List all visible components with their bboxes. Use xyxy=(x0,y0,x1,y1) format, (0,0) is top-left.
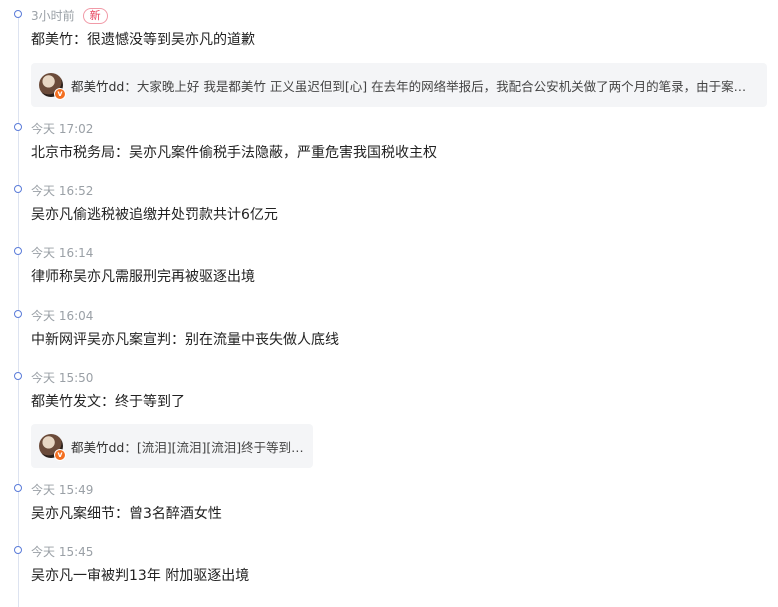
quote-text: 都美竹dd：[流泪][流泪][流泪]终于等到了！ xyxy=(71,437,305,456)
headline-link[interactable]: 律师称吴亦凡需服刑完再被驱逐出境 xyxy=(31,268,255,286)
timestamp-text: 3小时前 xyxy=(31,9,75,23)
verified-icon: v xyxy=(54,88,66,100)
timeline-line xyxy=(18,10,19,607)
timeline-dot xyxy=(14,185,22,193)
quote-separator: ： xyxy=(124,78,137,94)
news-timeline: 3小时前新 都美竹：很遗憾没等到吴亦凡的道歉 v 都美竹dd：大家晚上好 我是都… xyxy=(0,0,778,607)
headline-link[interactable]: 北京市税务局：吴亦凡案件偷税手法隐蔽，严重危害我国税收主权 xyxy=(31,144,437,162)
avatar[interactable]: v xyxy=(39,434,66,461)
timeline-dot xyxy=(14,484,22,492)
timestamp: 3小时前新 xyxy=(31,8,108,25)
headline-link[interactable]: 吴亦凡案细节：曾3名醉酒女性 xyxy=(31,505,222,523)
timeline-dot xyxy=(14,10,22,18)
timeline-dot xyxy=(14,546,22,554)
new-badge: 新 xyxy=(82,8,108,24)
headline-link[interactable]: 中新网评吴亦凡案宣判：别在流量中丧失做人底线 xyxy=(31,331,339,349)
timeline-dot xyxy=(14,247,22,255)
timestamp: 今天 15:45 xyxy=(31,545,94,559)
weibo-quote-card[interactable]: v 都美竹dd：[流泪][流泪][流泪]终于等到了！ xyxy=(31,424,313,468)
quote-username[interactable]: 都美竹dd xyxy=(71,440,124,455)
verified-icon: v xyxy=(54,449,66,461)
timestamp: 今天 15:49 xyxy=(31,483,94,497)
quote-content: 大家晚上好 我是都美竹 正义虽迟但到[心] 在去年的网络举报后，我配合公安机关做… xyxy=(136,78,747,94)
headline-link[interactable]: 吴亦凡一审被判13年 附加驱逐出境 xyxy=(31,567,249,585)
timestamp: 今天 16:14 xyxy=(31,246,94,260)
weibo-quote-card[interactable]: v 都美竹dd：大家晚上好 我是都美竹 正义虽迟但到[心] 在去年的网络举报后，… xyxy=(31,63,767,107)
quote-username[interactable]: 都美竹dd xyxy=(71,79,124,94)
quote-text: 都美竹dd：大家晚上好 我是都美竹 正义虽迟但到[心] 在去年的网络举报后，我配… xyxy=(71,76,746,95)
avatar[interactable]: v xyxy=(39,73,66,100)
timeline-dot xyxy=(14,310,22,318)
timeline-dot xyxy=(14,123,22,131)
timestamp: 今天 17:02 xyxy=(31,122,94,136)
headline-link[interactable]: 都美竹发文：终于等到了 xyxy=(31,393,185,411)
quote-separator: ： xyxy=(124,439,137,455)
quote-content: [流泪][流泪][流泪]终于等到了！ xyxy=(136,439,305,455)
timestamp: 今天 16:52 xyxy=(31,184,94,198)
headline-link[interactable]: 都美竹：很遗憾没等到吴亦凡的道歉 xyxy=(31,31,255,49)
timestamp: 今天 16:04 xyxy=(31,309,94,323)
headline-link[interactable]: 吴亦凡偷逃税被追缴并处罚款共计6亿元 xyxy=(31,206,278,224)
timestamp: 今天 15:50 xyxy=(31,371,94,385)
timeline-dot xyxy=(14,372,22,380)
